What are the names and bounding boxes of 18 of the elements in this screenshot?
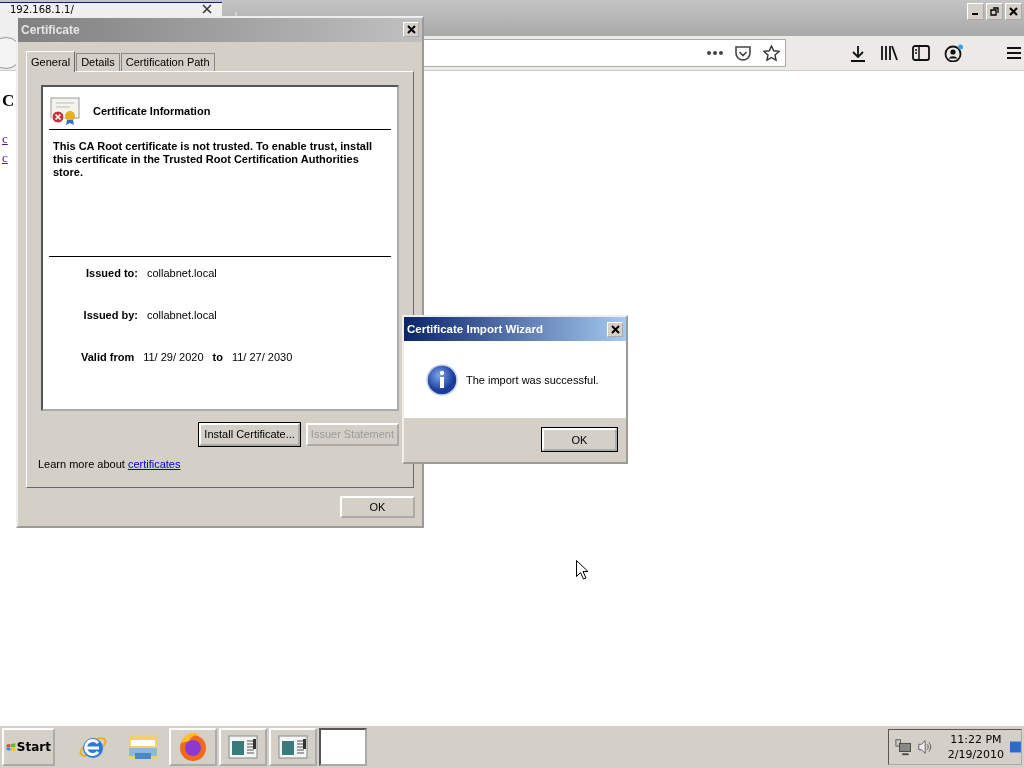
field-label: Issued to:	[85, 266, 138, 281]
success-message: The import was successful.	[466, 373, 599, 386]
field-label: Valid from	[81, 350, 135, 363]
info-title: Certificate Information	[93, 104, 211, 117]
date-value: 11/ 29/ 2020	[143, 350, 204, 363]
trust-message: This CA Root certificate is not trusted. To enable trust, install this certificate in the Trusted Root Certification Authorities store.	[53, 139, 374, 180]
dialog-title: Certificate Import Wizard	[407, 323, 543, 335]
field-label: Issued by:	[82, 308, 138, 323]
learn-more-text: Learn more about certificates	[38, 457, 182, 470]
page-heading: C	[2, 91, 15, 111]
date-value: 11/ 27/ 2030	[231, 350, 293, 363]
field-value: collabnet.local	[147, 266, 217, 281]
date-separator: to	[212, 350, 223, 363]
dialog-title: Certificate	[21, 22, 80, 37]
clock-time: 11:22 PM	[950, 732, 1002, 747]
tab-title: 192.168.1.1/	[10, 4, 74, 15]
field-value: collabnet.local	[147, 308, 217, 323]
clock-date: 2/19/2010	[947, 747, 1005, 762]
